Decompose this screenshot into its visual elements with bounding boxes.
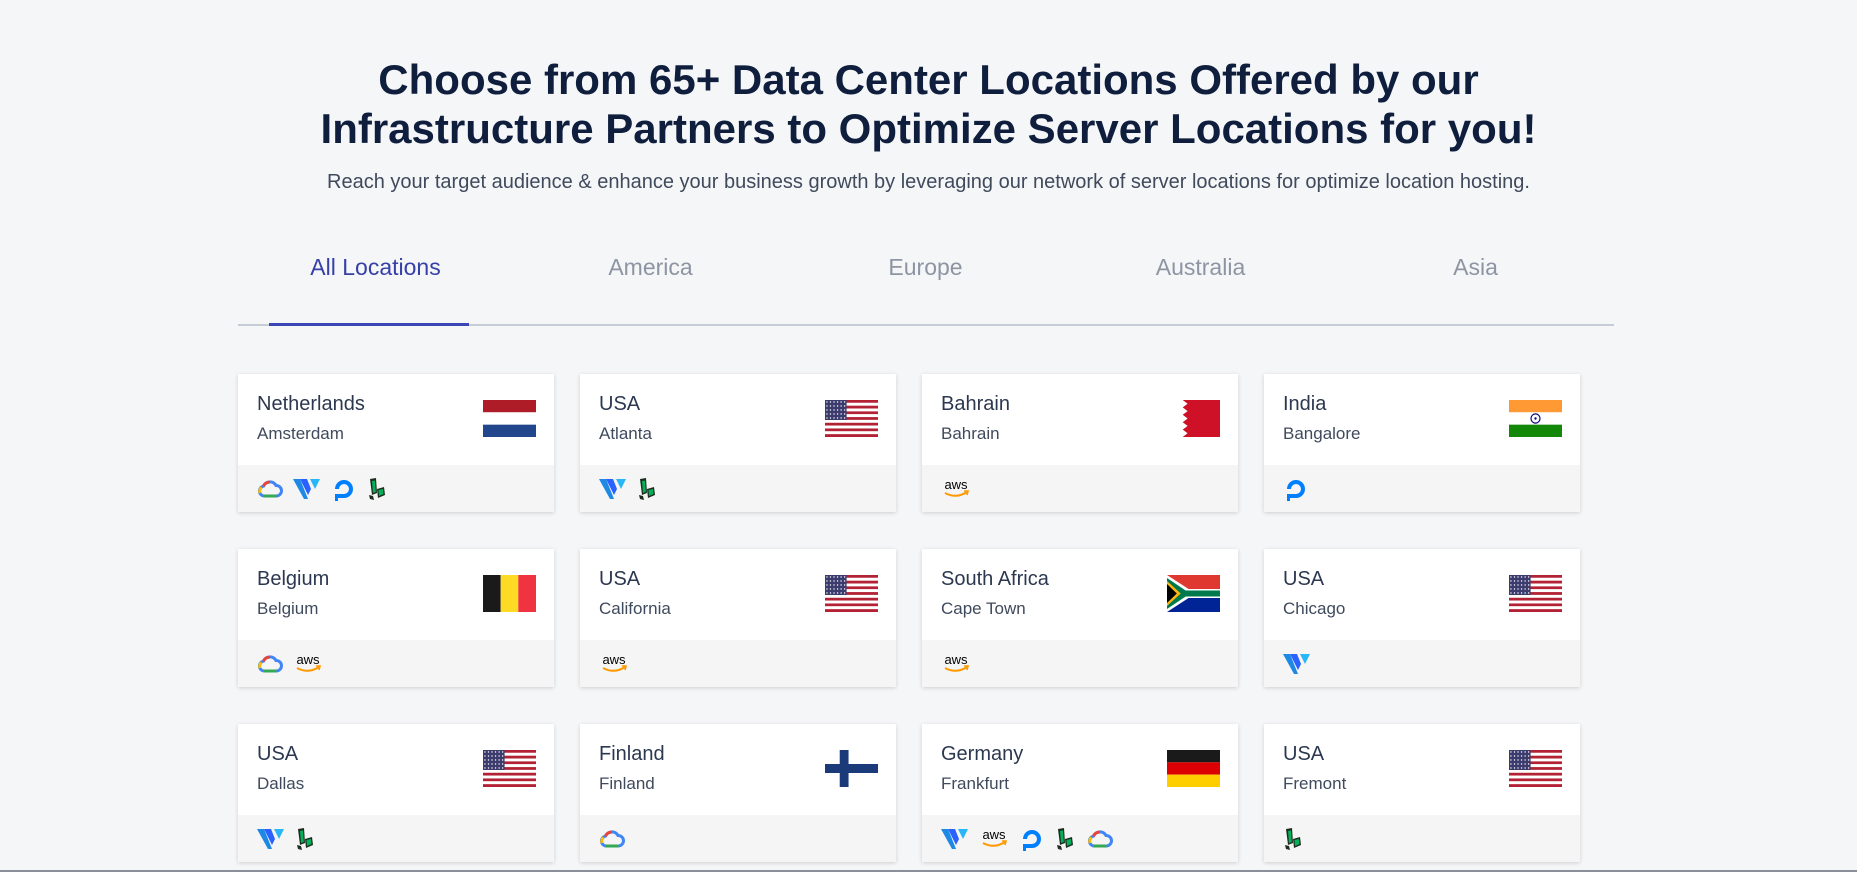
vultr-icon [599,477,627,501]
location-city: Cape Town [941,599,1026,618]
location-country: Germany [941,743,1024,765]
linode-icon [1055,827,1077,851]
location-city: Frankfurt [941,774,1010,793]
location-country: South Africa [941,568,1049,590]
aws-label: aws [982,827,1006,842]
tab-all-locations[interactable]: All Locations [238,254,513,281]
location-city: Finland [599,774,655,793]
digitalocean-icon [1019,826,1045,852]
location-card[interactable]: USA Fremont [1264,724,1580,862]
location-country: Belgium [257,568,330,590]
aws-icon: aws [599,652,629,676]
location-card[interactable]: India Bangalore [1264,374,1580,512]
aws-icon: aws [293,652,323,676]
location-country: India [1283,393,1327,415]
aws-label: aws [944,477,968,492]
provider-list [580,815,896,862]
provider-list: aws [238,640,554,687]
us-flag-icon [825,400,878,437]
location-card[interactable]: Finland Finland [580,724,896,862]
page-title: Choose from 65+ Data Center Locations Of… [0,55,1857,153]
location-city: California [599,599,671,618]
region-tabs: All Locations America Europe Australia A… [238,230,1614,326]
provider-list [1264,640,1580,687]
page-title-line-1: Choose from 65+ Data Center Locations Of… [378,56,1479,103]
location-city: Fremont [1283,774,1347,793]
tab-asia[interactable]: Asia [1338,254,1613,281]
us-flag-icon [1509,750,1562,787]
linode-icon [1283,827,1305,851]
provider-list: aws [922,465,1238,512]
google-cloud-icon [257,479,283,499]
nl-flag-icon [483,400,536,437]
location-card[interactable]: Germany Frankfurt aws [922,724,1238,862]
fi-flag-icon [825,750,878,787]
de-flag-icon [1167,750,1220,787]
tab-america[interactable]: America [513,254,788,281]
linode-icon [367,477,389,501]
aws-label: aws [602,652,626,667]
location-card[interactable]: Bahrain Bahrain aws [922,374,1238,512]
location-card[interactable]: South Africa Cape Town aws [922,549,1238,687]
tab-australia[interactable]: Australia [1063,254,1338,281]
page-subtitle: Reach your target audience & enhance you… [327,171,1530,193]
provider-list [238,815,554,862]
location-city: Chicago [1283,599,1346,618]
aws-icon: aws [941,477,971,501]
location-card[interactable]: USA Atlanta [580,374,896,512]
location-city: Bangalore [1283,424,1361,443]
us-flag-icon [483,750,536,787]
provider-list [1264,465,1580,512]
location-country: USA [599,568,641,590]
location-country: USA [1283,568,1325,590]
aws-label: aws [944,652,968,667]
be-flag-icon [483,575,536,612]
location-city: Dallas [257,774,305,793]
location-card[interactable]: Netherlands Amsterdam [238,374,554,512]
vultr-icon [941,827,969,851]
aws-icon: aws [979,827,1009,851]
aws-icon: aws [941,652,971,676]
location-country: Bahrain [941,393,1010,415]
us-flag-icon [1509,575,1562,612]
provider-list [238,465,554,512]
location-card[interactable]: USA California aws [580,549,896,687]
provider-list [580,465,896,512]
active-tab-indicator [269,323,469,326]
aws-label: aws [296,652,320,667]
google-cloud-icon [257,654,283,674]
location-country: Netherlands [257,393,365,415]
google-cloud-icon [599,829,625,849]
in-flag-icon [1509,400,1562,437]
tab-europe[interactable]: Europe [788,254,1063,281]
vultr-icon [257,827,285,851]
provider-list: aws [922,815,1238,862]
us-flag-icon [825,575,878,612]
location-card[interactable]: USA Dallas [238,724,554,862]
za-flag-icon [1167,575,1220,612]
location-card[interactable]: USA Chicago [1264,549,1580,687]
bh-flag-icon [1167,400,1220,437]
location-country: Finland [599,743,665,765]
google-cloud-icon [1087,829,1113,849]
location-card[interactable]: Belgium Belgium aws [238,549,554,687]
location-city: Atlanta [599,424,652,443]
page-title-line-2: Infrastructure Partners to Optimize Serv… [320,105,1537,152]
linode-icon [295,827,317,851]
location-country: USA [1283,743,1325,765]
linode-icon [637,477,659,501]
location-country: USA [257,743,299,765]
provider-list: aws [580,640,896,687]
provider-list [1264,815,1580,862]
location-city: Bahrain [941,424,1000,443]
vultr-icon [1283,652,1311,676]
digitalocean-icon [1283,476,1309,502]
digitalocean-icon [331,476,357,502]
vultr-icon [293,477,321,501]
location-country: USA [599,393,641,415]
location-city: Amsterdam [257,424,344,443]
provider-list: aws [922,640,1238,687]
location-city: Belgium [257,599,319,618]
